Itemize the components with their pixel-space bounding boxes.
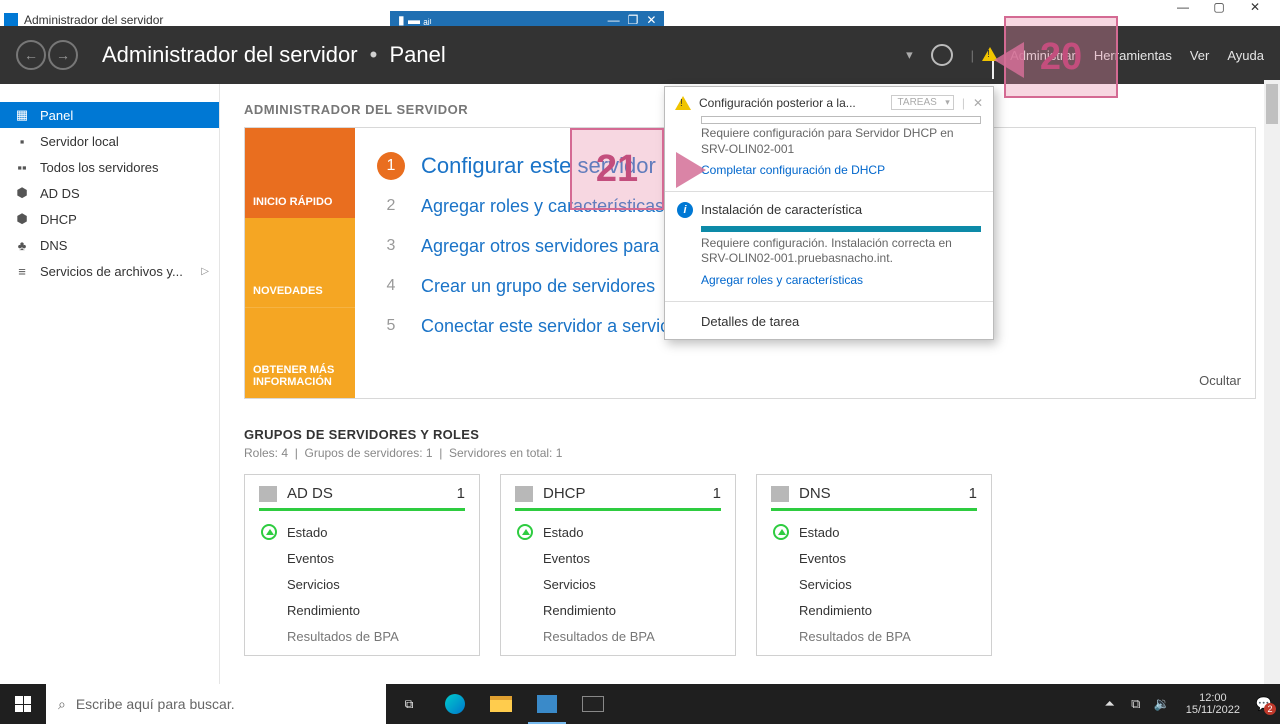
menu-administrar[interactable]: Administrar (1010, 48, 1076, 63)
app-minimize-button[interactable]: — (608, 13, 620, 27)
nav-back-button[interactable]: ← (16, 40, 46, 70)
notif-msg-2: Requiere configuración. Instalación corr… (701, 236, 952, 266)
taskbar-clock[interactable]: 12:00 15/11/2022 (1180, 692, 1246, 716)
status-ok-icon (517, 524, 533, 540)
dhcp-icon: ⬢ (14, 212, 30, 226)
taskbar: ⌕ Escribe aquí para buscar. ⧉ ⏶ ⧉ 🔉 12:0… (0, 684, 1280, 724)
taskbar-server-manager[interactable] (524, 684, 570, 724)
sidebar-item-label: AD DS (40, 186, 80, 201)
info-icon: i (677, 202, 693, 218)
tasks-dropdown[interactable]: TAREAS (891, 95, 954, 110)
chevron-right-icon: ▷ (201, 266, 209, 277)
app-close-button[interactable]: ✕ (646, 13, 656, 27)
app-icon (4, 13, 18, 27)
notifications-flyout: Configuración posterior a la... TAREAS |… (664, 86, 994, 340)
search-icon: ⌕ (58, 696, 66, 713)
notif-close-button[interactable]: ✕ (973, 96, 983, 110)
menu-ayuda[interactable]: Ayuda (1227, 48, 1264, 63)
tab-quick-start[interactable]: INICIO RÁPIDO (245, 128, 355, 218)
tray-notifications-icon[interactable]: 💬 (1256, 696, 1272, 712)
status-ok-icon (773, 524, 789, 540)
app-title-bar: Administrador del servidor ▮ ▬ ₐᵢₗ — ❐ ✕ (0, 14, 1280, 26)
breadcrumb-page: Panel (390, 42, 446, 67)
tab-learn-more[interactable]: OBTENER MÁS INFORMACIÓN (245, 307, 355, 398)
outer-maximize-button[interactable]: ▢ (1212, 0, 1226, 14)
sidebar-item-adds[interactable]: ⬢ AD DS (0, 180, 219, 206)
sidebar-item-label: DNS (40, 238, 67, 253)
sidebar-item-file-services[interactable]: ≡ Servicios de archivos y... ▷ (0, 258, 219, 284)
sidebar-item-panel[interactable]: ▦ Panel (0, 102, 219, 128)
progress-bar (701, 116, 981, 124)
app-restore-button[interactable]: ❐ (628, 13, 639, 27)
status-ok-icon (261, 524, 277, 540)
outer-close-button[interactable]: ✕ (1248, 0, 1262, 14)
add-roles-link[interactable]: Agregar roles y características (701, 273, 863, 289)
warning-icon (675, 96, 691, 110)
hide-link[interactable]: Ocultar (1199, 373, 1241, 388)
task-details-link[interactable]: Detalles de tarea (665, 306, 993, 339)
outer-minimize-button[interactable]: — (1176, 0, 1190, 14)
breadcrumb-sep-icon: • (370, 42, 378, 67)
notif-msg-1: Requiere configuración para Servidor DHC… (701, 126, 954, 156)
dashboard-icon: ▦ (14, 108, 30, 122)
dns-icon: ♣ (14, 238, 30, 252)
servers-icon: ▪▪ (14, 160, 30, 174)
dropdown-icon[interactable]: ▾ (906, 47, 913, 63)
tab-whats-new[interactable]: NOVEDADES (245, 218, 355, 308)
tray-overflow-icon[interactable]: ⏶ (1102, 696, 1118, 712)
taskbar-cmd[interactable] (570, 684, 616, 724)
sidebar-item-label: Servicios de archivos y... (40, 264, 183, 279)
breadcrumb-app: Administrador del servidor (102, 42, 358, 67)
sidebar-item-dhcp[interactable]: ⬢ DHCP (0, 206, 219, 232)
dns-icon (771, 486, 789, 502)
tile-dhcp[interactable]: DHCP1 Estado Eventos Servicios Rendimien… (500, 474, 736, 656)
notif-title: Configuración posterior a la... (699, 96, 883, 110)
taskbar-explorer[interactable] (478, 684, 524, 724)
groups-subtitle: Roles: 4 | Grupos de servidores: 1 | Ser… (244, 446, 1256, 460)
sidebar-item-label: Panel (40, 108, 73, 123)
nav-forward-button[interactable]: → (48, 40, 78, 70)
sidebar-item-all-servers[interactable]: ▪▪ Todos los servidores (0, 154, 219, 180)
server-icon: ▪ (14, 134, 30, 148)
app-header: ← → Administrador del servidor • Panel ▾… (0, 26, 1280, 84)
sidebar-item-label: Todos los servidores (40, 160, 159, 175)
complete-dhcp-link[interactable]: Completar configuración de DHCP (701, 163, 885, 179)
sidebar-item-label: DHCP (40, 212, 77, 227)
dhcp-icon (515, 486, 533, 502)
sidebar-item-local-server[interactable]: ▪ Servidor local (0, 128, 219, 154)
taskbar-search[interactable]: ⌕ Escribe aquí para buscar. (46, 684, 386, 724)
vertical-scrollbar[interactable] (1264, 80, 1280, 684)
connection-icon: ▮ ▬ ₐᵢₗ (398, 13, 432, 27)
tile-dns[interactable]: DNS1 Estado Eventos Servicios Rendimient… (756, 474, 992, 656)
breadcrumb: Administrador del servidor • Panel (102, 42, 446, 68)
start-button[interactable] (0, 684, 46, 724)
task-view-button[interactable]: ⧉ (386, 684, 432, 724)
sidebar-item-dns[interactable]: ♣ DNS (0, 232, 219, 258)
separator: | (971, 48, 974, 63)
tile-adds[interactable]: AD DS1 Estado Eventos Servicios Rendimie… (244, 474, 480, 656)
search-placeholder: Escribe aquí para buscar. (76, 696, 235, 712)
refresh-icon[interactable] (931, 44, 953, 66)
adds-icon (259, 486, 277, 502)
menu-herramientas[interactable]: Herramientas (1094, 48, 1172, 63)
tray-sound-icon[interactable]: 🔉 (1154, 696, 1170, 712)
adds-icon: ⬢ (14, 186, 30, 200)
sidebar-item-label: Servidor local (40, 134, 119, 149)
role-tiles: AD DS1 Estado Eventos Servicios Rendimie… (244, 474, 1256, 656)
sidebar: ▦ Panel ▪ Servidor local ▪▪ Todos los se… (0, 84, 220, 696)
files-icon: ≡ (14, 264, 30, 278)
taskbar-edge[interactable] (432, 684, 478, 724)
groups-title: GRUPOS DE SERVIDORES Y ROLES (244, 427, 1256, 442)
app-title-text: Administrador del servidor (24, 13, 163, 27)
tray-network-icon[interactable]: ⧉ (1128, 696, 1144, 712)
notif-sec2-title: Instalación de característica (701, 202, 862, 217)
menu-ver[interactable]: Ver (1190, 48, 1210, 63)
install-progress-bar (701, 226, 981, 232)
